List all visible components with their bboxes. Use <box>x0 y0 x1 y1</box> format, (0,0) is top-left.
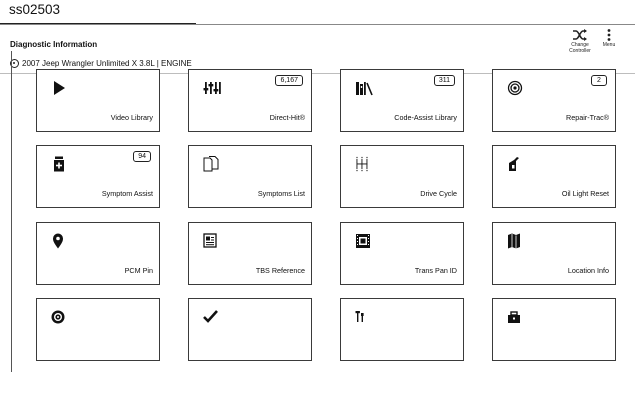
tile-symptom-assist[interactable]: 94 Symptom Assist <box>36 145 160 208</box>
target-icon <box>507 80 525 96</box>
vehicle-info: 2007 Jeep Wrangler Unlimited X 3.8L | EN… <box>10 59 192 68</box>
count-badge: 94 <box>133 151 151 162</box>
play-icon <box>51 80 69 96</box>
tile-label: Symptom Assist <box>101 189 153 198</box>
tile-pcm-pin[interactable]: PCM Pin <box>36 222 160 285</box>
film-frame-icon <box>355 233 373 249</box>
tile-label: Oil Light Reset <box>561 189 609 198</box>
library-books-icon <box>355 80 373 96</box>
tile-label: Drive Cycle <box>420 189 457 198</box>
tile-tbs-reference[interactable]: TBS Reference <box>188 222 312 285</box>
header-bar: Diagnostic Information 2007 Jeep Wrangle… <box>0 25 635 74</box>
page-title: Diagnostic Information <box>10 40 98 49</box>
tile-toolbox[interactable] <box>492 298 616 361</box>
documents-icon <box>203 156 221 172</box>
map-pin-icon <box>51 233 69 249</box>
map-icon <box>507 233 525 249</box>
tile-repair-trac[interactable]: 2 Repair-Trac® <box>492 69 616 132</box>
menu-label: Menu <box>602 42 616 48</box>
change-label-line2: Controller <box>569 48 591 54</box>
shuffle-icon <box>573 29 587 41</box>
gear-shift-icon <box>355 156 373 172</box>
menu-button[interactable]: Menu <box>596 29 622 48</box>
tile-video-library[interactable]: Video Library <box>36 69 160 132</box>
tile-label: Location Info <box>567 266 609 275</box>
tile-label: Video Library <box>110 113 153 122</box>
tile-drive-cycle[interactable]: Drive Cycle <box>340 145 464 208</box>
tile-label: TBS Reference <box>255 266 305 275</box>
count-badge: 311 <box>433 75 455 86</box>
tile-label: Repair-Trac® <box>566 113 609 122</box>
tile-label: PCM Pin <box>124 266 153 275</box>
newspaper-icon <box>203 233 221 249</box>
tile-symptoms-list[interactable]: Symptoms List <box>188 145 312 208</box>
count-badge: 2 <box>591 75 607 86</box>
tile-direct-hit[interactable]: 6,167 Direct-Hit® <box>188 69 312 132</box>
checkmark-icon <box>203 309 221 325</box>
scrollbar[interactable] <box>11 51 12 372</box>
tile-location-info[interactable]: Location Info <box>492 222 616 285</box>
tile-wheel[interactable] <box>36 298 160 361</box>
wheel-icon <box>51 309 69 325</box>
tile-tools[interactable] <box>340 298 464 361</box>
tile-label: Trans Pan ID <box>414 266 457 275</box>
kebab-menu-icon <box>607 29 611 41</box>
tile-label: Symptoms List <box>257 189 305 198</box>
medicine-bottle-icon <box>51 156 69 172</box>
tile-label: Direct-Hit® <box>269 113 305 122</box>
tile-label: Code-Assist Library <box>394 113 457 122</box>
sliders-icon <box>203 80 221 96</box>
vehicle-label: 2007 Jeep Wrangler Unlimited X 3.8L | EN… <box>22 59 192 68</box>
tile-oil-light-reset[interactable]: Oil Light Reset <box>492 145 616 208</box>
toolbox-icon <box>507 309 525 325</box>
tile-checklist[interactable] <box>188 298 312 361</box>
change-controller-button[interactable]: Change Controller <box>565 29 595 54</box>
tools-icon <box>355 309 373 325</box>
tile-code-assist-library[interactable]: 311 Code-Assist Library <box>340 69 464 132</box>
count-badge: 6,167 <box>275 75 303 86</box>
oil-can-icon <box>507 156 525 172</box>
tile-trans-pan-id[interactable]: Trans Pan ID <box>340 222 464 285</box>
screenshot-caption: ss02503 <box>9 2 61 17</box>
